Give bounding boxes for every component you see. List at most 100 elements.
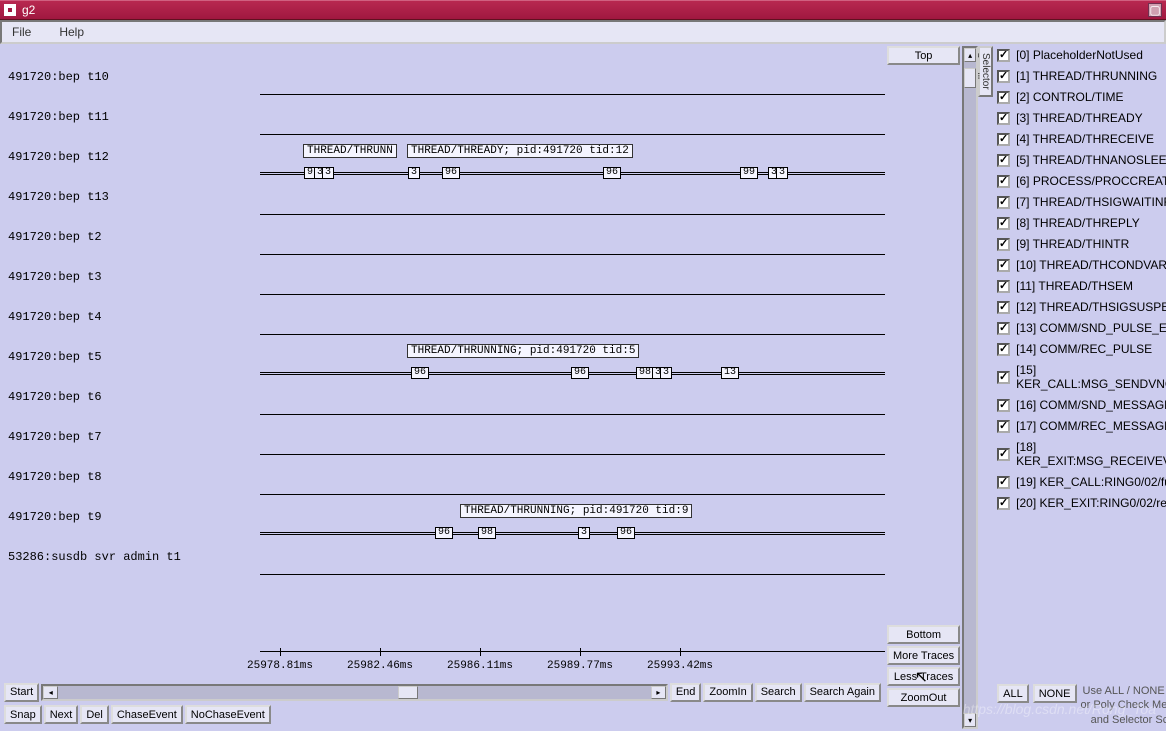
del-button[interactable]: Del xyxy=(80,705,109,724)
checkbox-icon[interactable] xyxy=(997,280,1010,293)
checkbox-icon[interactable] xyxy=(997,112,1010,125)
trace-label: 491720:bep t12 xyxy=(8,150,109,164)
scroll-thumb[interactable] xyxy=(964,68,976,88)
checkbox-icon[interactable] xyxy=(997,91,1010,104)
selector-item[interactable]: [15] KER_CALL:MSG_SENDVNC/12/coid xyxy=(997,363,1166,391)
checkbox-icon[interactable] xyxy=(997,217,1010,230)
scroll-up-arrow-icon[interactable]: ▴ xyxy=(964,48,976,62)
trace-line[interactable] xyxy=(260,254,885,255)
checkbox-icon[interactable] xyxy=(997,154,1010,167)
selector-item[interactable]: [12] THREAD/THSIGSUSPEND xyxy=(997,300,1166,314)
trace-line[interactable] xyxy=(260,494,885,495)
checkbox-icon[interactable] xyxy=(997,420,1010,433)
zoom-in-button[interactable]: ZoomIn xyxy=(703,683,752,702)
trace-label: 491720:bep t3 xyxy=(8,270,102,284)
checkbox-icon[interactable] xyxy=(997,196,1010,209)
bottom-button[interactable]: Bottom xyxy=(887,625,960,644)
selector-item[interactable]: [8] THREAD/THREPLY xyxy=(997,216,1166,230)
selector-item[interactable]: [11] THREAD/THSEM xyxy=(997,279,1166,293)
trace-label: 491720:bep t10 xyxy=(8,70,109,84)
trace-line[interactable] xyxy=(260,134,885,135)
checkbox-icon[interactable] xyxy=(997,49,1010,62)
event-marker[interactable]: 3 xyxy=(322,167,334,179)
trace-line[interactable] xyxy=(260,334,885,335)
checkbox-icon[interactable] xyxy=(997,175,1010,188)
event-marker[interactable]: 96 xyxy=(617,527,635,539)
checkbox-icon[interactable] xyxy=(997,371,1010,384)
scroll-thumb[interactable] xyxy=(398,686,418,699)
selector-item[interactable]: [18] KER_EXIT:MSG_RECEIVEV/14/rcvid xyxy=(997,440,1166,468)
no-chase-event-button[interactable]: NoChaseEvent xyxy=(185,705,271,724)
checkbox-icon[interactable] xyxy=(997,259,1010,272)
event-marker[interactable]: 99 xyxy=(740,167,758,179)
checkbox-icon[interactable] xyxy=(997,343,1010,356)
search-button[interactable]: Search xyxy=(755,683,802,702)
selector-item[interactable]: [19] KER_CALL:RING0/02/func_p xyxy=(997,475,1166,489)
checkbox-icon[interactable] xyxy=(997,322,1010,335)
selector-item[interactable]: [14] COMM/REC_PULSE xyxy=(997,342,1166,356)
trace-line[interactable] xyxy=(260,534,885,535)
selector-item[interactable]: [17] COMM/REC_MESSAGE xyxy=(997,419,1166,433)
selector-item[interactable]: [7] THREAD/THSIGWAITINFO xyxy=(997,195,1166,209)
checkbox-icon[interactable] xyxy=(997,133,1010,146)
menu-file[interactable]: File xyxy=(6,23,37,41)
scroll-right-arrow-icon[interactable]: ▸ xyxy=(651,686,666,699)
chase-event-button[interactable]: ChaseEvent xyxy=(111,705,183,724)
top-button[interactable]: Top xyxy=(887,46,960,65)
trace-line[interactable] xyxy=(260,454,885,455)
snap-button[interactable]: Snap xyxy=(4,705,42,724)
selector-item[interactable]: [2] CONTROL/TIME xyxy=(997,90,1166,104)
event-marker[interactable]: 3 xyxy=(776,167,788,179)
selector-item[interactable]: [16] COMM/SND_MESSAGE xyxy=(997,398,1166,412)
search-again-button[interactable]: Search Again xyxy=(804,683,881,702)
zoom-out-button[interactable]: ZoomOut xyxy=(887,688,960,707)
checkbox-icon[interactable] xyxy=(997,301,1010,314)
traces-vscroll-area: ▴ ▾ xyxy=(962,44,978,731)
checkbox-icon[interactable] xyxy=(997,70,1010,83)
menu-help[interactable]: Help xyxy=(53,23,90,41)
more-traces-button[interactable]: More Traces xyxy=(887,646,960,665)
trace-line[interactable] xyxy=(260,414,885,415)
selector-item[interactable]: [20] KER_EXIT:RING0/02/ret_val xyxy=(997,496,1166,510)
event-marker[interactable]: 96 xyxy=(603,167,621,179)
selector-item[interactable]: [1] THREAD/THRUNNING xyxy=(997,69,1166,83)
trace-line[interactable] xyxy=(260,214,885,215)
trace-line[interactable] xyxy=(260,574,885,575)
event-marker[interactable]: 96 xyxy=(442,167,460,179)
next-button[interactable]: Next xyxy=(44,705,79,724)
selector-item[interactable]: [6] PROCESS/PROCCREATE xyxy=(997,174,1166,188)
start-button[interactable]: Start xyxy=(4,683,39,702)
event-marker[interactable]: 3 xyxy=(578,527,590,539)
selector-item[interactable]: [0] PlaceholderNotUsed xyxy=(997,48,1166,62)
selector-item[interactable]: [4] THREAD/THRECEIVE xyxy=(997,132,1166,146)
trace-line[interactable] xyxy=(260,174,885,175)
event-marker[interactable]: 96 xyxy=(435,527,453,539)
checkbox-icon[interactable] xyxy=(997,448,1010,461)
selector-item[interactable]: [5] THREAD/THNANOSLEEP xyxy=(997,153,1166,167)
selector-item[interactable]: [13] COMM/SND_PULSE_EXE xyxy=(997,321,1166,335)
selector-item[interactable]: [3] THREAD/THREADY xyxy=(997,111,1166,125)
checkbox-icon[interactable] xyxy=(997,238,1010,251)
event-marker[interactable]: 96 xyxy=(571,367,589,379)
trace-label: 491720:bep t8 xyxy=(8,470,102,484)
selector-item-label: [12] THREAD/THSIGSUSPEND xyxy=(1016,300,1166,314)
event-marker[interactable]: 3 xyxy=(660,367,672,379)
selector-item[interactable]: [9] THREAD/THINTR xyxy=(997,237,1166,251)
selector-scrollbar-label[interactable]: Selector Scrollbar xyxy=(978,46,993,97)
traces-vertical-scrollbar[interactable]: ▴ ▾ xyxy=(962,46,978,729)
end-button[interactable]: End xyxy=(670,683,702,702)
scroll-left-arrow-icon[interactable]: ◂ xyxy=(43,686,58,699)
trace-line[interactable] xyxy=(260,94,885,95)
event-marker[interactable]: 3 xyxy=(408,167,420,179)
checkbox-icon[interactable] xyxy=(997,476,1010,489)
event-marker[interactable]: 96 xyxy=(411,367,429,379)
trace-line[interactable] xyxy=(260,294,885,295)
event-marker[interactable]: 13 xyxy=(721,367,739,379)
horizontal-nav-row: Start◂▸EndZoomInSearchSearch Again xyxy=(0,681,885,703)
checkbox-icon[interactable] xyxy=(997,497,1010,510)
horizontal-scrollbar[interactable]: ◂▸ xyxy=(41,684,668,701)
selector-item[interactable]: [10] THREAD/THCONDVAR xyxy=(997,258,1166,272)
event-marker[interactable]: 98 xyxy=(478,527,496,539)
checkbox-icon[interactable] xyxy=(997,399,1010,412)
maximize-button[interactable]: ▢ xyxy=(1148,3,1162,17)
